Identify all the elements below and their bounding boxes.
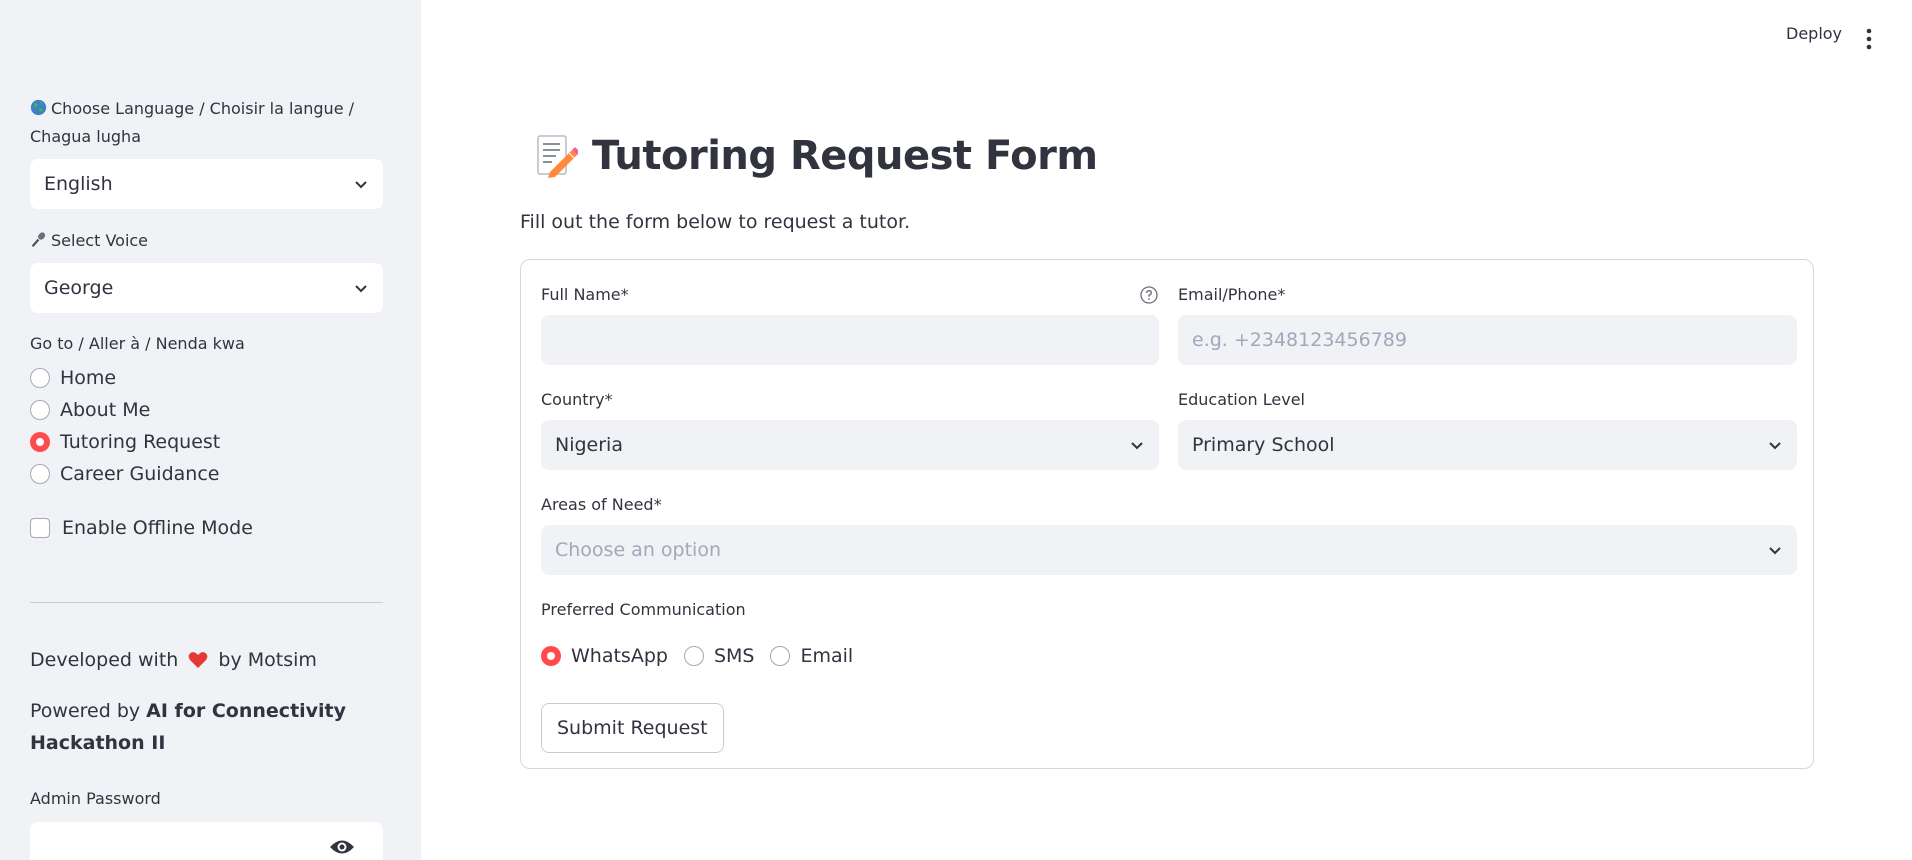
radio-button-selected[interactable]	[541, 646, 561, 666]
globe-icon	[30, 99, 47, 116]
areas-of-need-select[interactable]: Choose an option	[541, 525, 1797, 575]
eye-icon[interactable]	[329, 838, 355, 856]
heart-icon	[188, 652, 208, 668]
page-title: Tutoring Request Form	[530, 132, 1098, 180]
deploy-button[interactable]: Deploy	[1786, 24, 1842, 43]
email-phone-input[interactable]: e.g. +2348123456789	[1178, 315, 1797, 365]
radio-button[interactable]	[30, 400, 50, 420]
radio-button[interactable]	[683, 646, 704, 666]
chevron-down-icon	[1769, 442, 1781, 450]
offline-mode-checkbox[interactable]: Enable Offline Mode	[30, 512, 383, 544]
help-icon[interactable]	[1140, 286, 1158, 304]
offline-mode-label: Enable Offline Mode	[62, 517, 253, 539]
comm-option-label: WhatsApp	[571, 645, 668, 667]
radio-button[interactable]	[30, 368, 50, 388]
chevron-down-icon	[1769, 547, 1781, 555]
memo-icon	[537, 135, 578, 178]
voice-section: Select Voice George	[30, 227, 383, 313]
preferred-communication-label: Preferred Communication	[541, 600, 746, 619]
microphone-icon	[31, 232, 46, 247]
comm-option-label: Email	[800, 645, 854, 667]
nav-item-label: Tutoring Request	[60, 431, 221, 453]
nav-label: Go to / Aller à / Nenda kwa	[30, 334, 245, 353]
nav-section: Go to / Aller à / Nenda kwa Home About M…	[30, 330, 383, 490]
comm-option-whatsapp[interactable]: WhatsApp	[541, 640, 668, 672]
more-options-icon[interactable]	[1866, 28, 1872, 50]
voice-select-value: George	[44, 277, 114, 299]
radio-button-selected[interactable]	[30, 432, 50, 452]
nav-item-career-guidance[interactable]: Career Guidance	[30, 458, 383, 490]
nav-item-about-me[interactable]: About Me	[30, 394, 383, 426]
chevron-down-icon	[355, 181, 367, 189]
admin-password-input[interactable]	[30, 822, 383, 860]
areas-of-need-placeholder: Choose an option	[555, 539, 721, 561]
page-title-text: Tutoring Request Form	[592, 133, 1098, 179]
nav-item-label: Home	[60, 367, 117, 389]
communication-radio-group: WhatsApp SMS Email	[541, 640, 853, 672]
education-level-label: Education Level	[1178, 390, 1305, 409]
email-phone-label: Email/Phone*	[1178, 285, 1286, 304]
admin-password-label: Admin Password	[30, 789, 161, 808]
radio-button[interactable]	[30, 464, 50, 484]
nav-radio-group: Home About Me Tutoring Request Career Gu…	[30, 362, 383, 490]
sidebar-divider	[30, 602, 383, 603]
developed-by: Developed with by Motsim	[30, 649, 317, 671]
areas-of-need-label: Areas of Need*	[541, 495, 662, 514]
language-label: Choose Language / Choisir la langue / Ch…	[30, 99, 355, 146]
full-name-input[interactable]	[541, 315, 1159, 365]
nav-item-tutoring-request[interactable]: Tutoring Request	[30, 426, 383, 458]
chevron-down-icon	[1131, 442, 1143, 450]
page-subtitle: Fill out the form below to request a tut…	[520, 211, 911, 233]
nav-item-label: Career Guidance	[60, 463, 220, 485]
tutoring-request-form: Full Name* Email/Phone* e.g. +2348123456…	[520, 259, 1814, 769]
chevron-down-icon	[355, 285, 367, 293]
comm-option-email[interactable]: Email	[770, 640, 853, 672]
nav-item-home[interactable]: Home	[30, 362, 383, 394]
voice-label: Select Voice	[30, 227, 383, 255]
language-select-value: English	[44, 173, 113, 195]
admin-section: Admin Password	[30, 785, 383, 860]
country-select[interactable]: Nigeria	[541, 420, 1159, 470]
voice-select[interactable]: George	[30, 263, 383, 313]
education-level-select[interactable]: Primary School	[1178, 420, 1797, 470]
country-label: Country*	[541, 390, 613, 409]
powered-by: Powered by AI for Connectivity Hackathon…	[30, 700, 347, 754]
comm-option-sms[interactable]: SMS	[683, 640, 755, 672]
country-select-value: Nigeria	[555, 434, 623, 456]
email-phone-placeholder: e.g. +2348123456789	[1192, 329, 1407, 351]
radio-button[interactable]	[770, 646, 791, 666]
submit-request-button[interactable]: Submit Request	[541, 703, 724, 753]
language-section: Choose Language / Choisir la langue / Ch…	[30, 95, 383, 209]
comm-option-label: SMS	[713, 645, 755, 667]
sidebar: Choose Language / Choisir la langue / Ch…	[0, 0, 421, 860]
checkbox[interactable]	[30, 518, 50, 538]
nav-item-label: About Me	[60, 399, 151, 421]
offline-section: Enable Offline Mode	[30, 512, 383, 544]
full-name-label: Full Name*	[541, 285, 629, 304]
language-select[interactable]: English	[30, 159, 383, 209]
education-level-value: Primary School	[1192, 434, 1335, 456]
